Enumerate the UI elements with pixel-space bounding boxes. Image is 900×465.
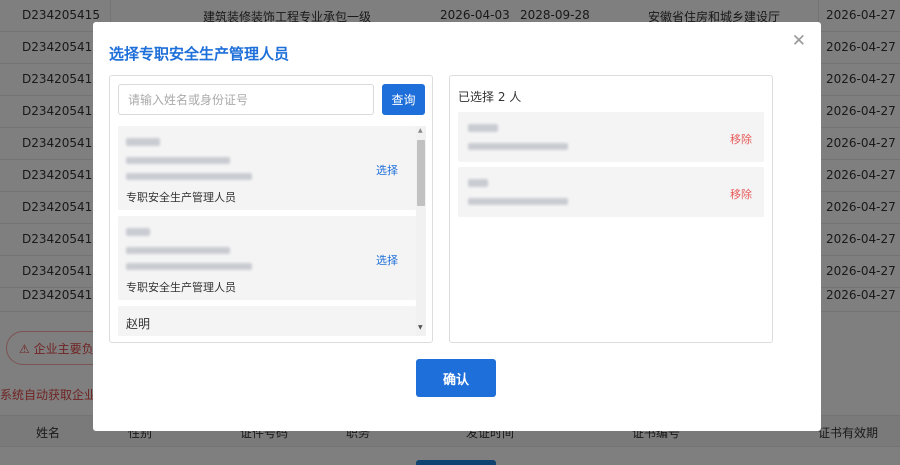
scroll-down-arrow-icon[interactable]: ▼ <box>418 325 423 331</box>
redacted-name <box>126 228 150 236</box>
list-item: 赵明 <box>118 306 416 336</box>
redacted-name <box>126 138 160 146</box>
selected-count-label: 已选择 2 人 <box>458 90 522 104</box>
redacted-info <box>126 263 252 270</box>
candidate-list[interactable]: 专职安全生产管理人员 选择 专职安全生产管理人员 选择 赵明 <box>118 126 418 336</box>
redacted-name <box>468 179 488 187</box>
selected-panel: 已选择 2 人 移除 移除 <box>449 75 773 343</box>
search-button[interactable]: 查询 <box>382 84 425 115</box>
redacted-name <box>468 124 498 132</box>
role-label: 专职安全生产管理人员 <box>126 191 236 204</box>
remove-button[interactable]: 移除 <box>730 186 752 202</box>
select-button[interactable]: 选择 <box>376 252 398 268</box>
select-personnel-dialog: 选择专职安全生产管理人员 ✕ 查询 专职安全生产管理人员 选择 专职安全生产管理… <box>93 22 821 431</box>
dialog-title: 选择专职安全生产管理人员 <box>109 45 290 63</box>
role-label: 专职安全生产管理人员 <box>126 281 236 294</box>
scroll-thumb[interactable] <box>417 140 425 206</box>
list-item: 专职安全生产管理人员 选择 <box>118 216 416 300</box>
close-icon[interactable]: ✕ <box>792 33 806 50</box>
redacted-id <box>126 157 230 164</box>
scrollbar[interactable]: ▲ ▼ <box>416 126 426 336</box>
remove-button[interactable]: 移除 <box>730 131 752 147</box>
redacted-id <box>126 247 230 254</box>
redacted-id <box>468 143 568 150</box>
confirm-button[interactable]: 确认 <box>416 359 496 397</box>
candidate-panel: 查询 专职安全生产管理人员 选择 专职安全生产管理人员 选择 赵明 ▲ <box>109 75 433 343</box>
search-input[interactable] <box>118 84 374 115</box>
select-button[interactable]: 选择 <box>376 162 398 178</box>
list-item: 专职安全生产管理人员 选择 <box>118 126 416 210</box>
redacted-id <box>468 198 568 205</box>
scroll-up-arrow-icon[interactable]: ▲ <box>418 128 423 134</box>
redacted-info <box>126 173 252 180</box>
selected-item: 移除 <box>458 112 764 162</box>
candidate-name: 赵明 <box>126 317 151 331</box>
selected-item: 移除 <box>458 167 764 217</box>
